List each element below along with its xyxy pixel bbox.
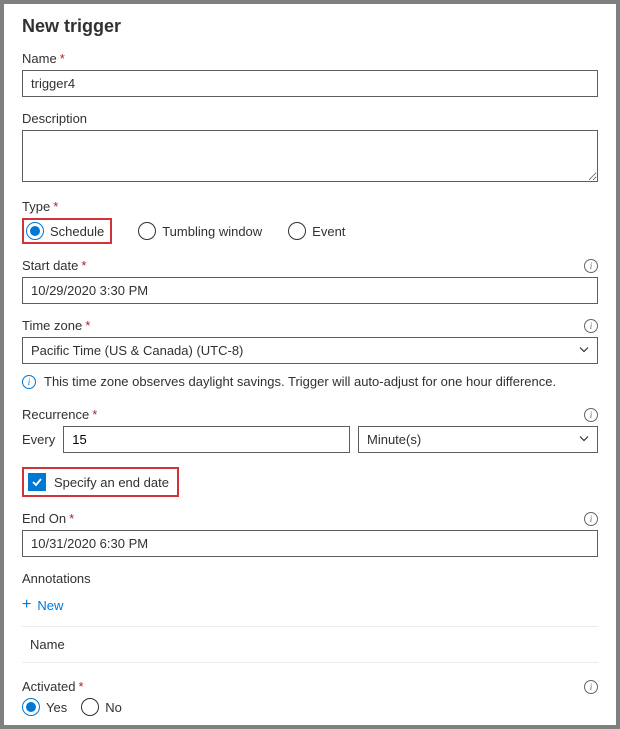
type-radio-tumbling[interactable]: Tumbling window xyxy=(138,222,262,240)
panel-title: New trigger xyxy=(22,16,598,37)
annotations-column-header: Name xyxy=(22,626,598,663)
type-label-event: Event xyxy=(312,224,345,239)
activated-radio-no[interactable]: No xyxy=(81,698,122,716)
timezone-note: This time zone observes daylight savings… xyxy=(44,374,556,389)
recurrence-label: Recurrence* xyxy=(22,407,97,422)
start-date-label: Start date* xyxy=(22,258,86,273)
end-on-label: End On* xyxy=(22,511,74,526)
type-label-schedule: Schedule xyxy=(50,224,104,239)
checkbox-icon xyxy=(28,473,46,491)
name-label: Name* xyxy=(22,51,65,66)
type-label-tumbling: Tumbling window xyxy=(162,224,262,239)
activated-label: Activated* xyxy=(22,679,84,694)
radio-icon xyxy=(26,222,44,240)
activated-label-no: No xyxy=(105,700,122,715)
radio-icon xyxy=(288,222,306,240)
info-icon[interactable]: i xyxy=(584,680,598,694)
start-date-input[interactable] xyxy=(22,277,598,304)
radio-icon xyxy=(22,698,40,716)
timezone-label: Time zone* xyxy=(22,318,90,333)
activated-radio-yes[interactable]: Yes xyxy=(22,698,67,716)
end-on-input[interactable] xyxy=(22,530,598,557)
name-input[interactable] xyxy=(22,70,598,97)
activated-label-yes: Yes xyxy=(46,700,67,715)
description-input[interactable] xyxy=(22,130,598,182)
description-label: Description xyxy=(22,111,87,126)
annotations-new-button[interactable]: + New xyxy=(22,596,63,614)
specify-end-date-highlight: Specify an end date xyxy=(22,467,179,497)
type-label: Type* xyxy=(22,199,58,214)
recurrence-unit-select[interactable] xyxy=(358,426,598,453)
timezone-select[interactable] xyxy=(22,337,598,364)
info-icon[interactable]: i xyxy=(584,512,598,526)
type-radio-schedule[interactable]: Schedule xyxy=(26,222,104,240)
annotations-label: Annotations xyxy=(22,571,91,586)
specify-end-date-checkbox[interactable]: Specify an end date xyxy=(28,473,169,491)
radio-icon xyxy=(138,222,156,240)
recurrence-every-label: Every xyxy=(22,432,55,447)
radio-icon xyxy=(81,698,99,716)
recurrence-interval-input[interactable] xyxy=(63,426,350,453)
plus-icon: + xyxy=(22,596,31,614)
info-icon[interactable]: i xyxy=(584,259,598,273)
info-icon[interactable]: i xyxy=(584,319,598,333)
type-radio-event[interactable]: Event xyxy=(288,222,345,240)
info-icon: i xyxy=(22,375,36,389)
type-schedule-highlight: Schedule xyxy=(22,218,112,244)
specify-end-date-label: Specify an end date xyxy=(54,475,169,490)
annotations-new-label: New xyxy=(37,598,63,613)
info-icon[interactable]: i xyxy=(584,408,598,422)
